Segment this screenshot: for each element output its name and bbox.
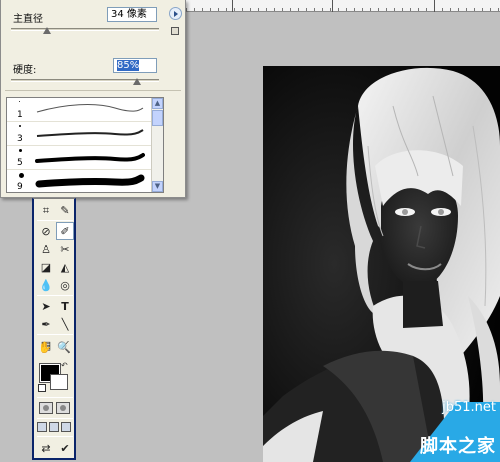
brush-preset-panel: 主直径 34 像素 硬度: 85% 1 3 5 9 ▲ ▼	[0, 0, 186, 198]
standard-screen-mode-icon[interactable]	[37, 422, 47, 432]
toolbox: ⌗ ✎ ⊘ ✐ ♙ ✂ ◪ ◭ 💧 ◎ ➤ T ✒ ╲ ▤ ⟋ ↶ ⇄ ✔	[32, 198, 76, 460]
brush-preset-item[interactable]: 5	[7, 146, 153, 170]
hardness-label: 硬度:	[13, 65, 37, 76]
standard-mode-icon[interactable]	[39, 402, 53, 414]
hardness-slider-thumb[interactable]	[132, 78, 141, 85]
dodge-icon[interactable]: ◎	[56, 276, 74, 294]
default-colors-icon[interactable]	[38, 384, 46, 392]
healing-brush-icon[interactable]: ⊘	[37, 222, 55, 240]
type-icon[interactable]: T	[56, 297, 74, 315]
blur-icon[interactable]: 💧	[37, 276, 55, 294]
line-icon[interactable]: ╲	[56, 315, 74, 333]
toolbox-separator	[37, 397, 73, 398]
jump-to-imageready-icon[interactable]: ⇄	[37, 439, 55, 457]
crop-icon[interactable]: ⌗	[37, 201, 55, 219]
background-color-swatch[interactable]	[50, 374, 68, 390]
watermark-site: jb51.net	[442, 400, 496, 415]
hardness-field[interactable]: 85%	[113, 58, 157, 73]
diameter-slider-track[interactable]	[11, 28, 159, 31]
clone-stamp-icon[interactable]: ♙	[37, 240, 55, 258]
master-diameter-field[interactable]: 34 像素	[107, 7, 157, 22]
brush-icon[interactable]: ✐	[56, 222, 74, 240]
brush-preset-item[interactable]: 3	[7, 122, 153, 146]
history-brush-icon[interactable]: ✂	[56, 240, 74, 258]
paint-bucket-icon[interactable]: ◭	[56, 258, 74, 276]
panel-divider	[5, 90, 181, 91]
new-preset-icon[interactable]	[171, 27, 179, 35]
quick-mask-mode-icon[interactable]	[56, 402, 70, 414]
scroll-up-button[interactable]: ▲	[152, 98, 163, 109]
brush-tip-icon	[19, 173, 24, 178]
site-watermark: jb51.net 脚本之家	[362, 390, 500, 462]
swap-colors-icon[interactable]: ↶	[61, 361, 68, 370]
brush-size-label: 1	[17, 110, 23, 120]
ruler-tick	[232, 0, 233, 12]
diameter-slider-thumb[interactable]	[42, 27, 51, 34]
brush-stroke-preview	[35, 174, 145, 188]
panel-menu-button[interactable]	[169, 7, 182, 20]
brush-stroke-preview	[36, 129, 144, 137]
brush-preset-list[interactable]: 1 3 5 9 ▲ ▼	[6, 97, 164, 193]
slice-icon[interactable]: ✎	[56, 201, 74, 219]
scroll-thumb[interactable]	[152, 110, 163, 126]
brush-size-label: 9	[17, 182, 23, 192]
full-screen-menu-mode-icon[interactable]	[49, 422, 59, 432]
brush-preset-item[interactable]: 9	[7, 170, 153, 192]
brush-tip-icon	[19, 101, 20, 102]
eraser-icon[interactable]: ◪	[37, 258, 55, 276]
ruler-tick	[434, 0, 435, 12]
brush-size-label: 3	[17, 134, 23, 144]
brush-stroke-preview	[35, 153, 145, 163]
brush-tip-icon	[19, 149, 22, 152]
brush-tip-icon	[19, 125, 21, 127]
toolbox-separator	[37, 436, 73, 437]
horizontal-ruler	[186, 0, 500, 12]
master-diameter-label: 主直径	[13, 14, 43, 25]
brush-size-label: 5	[17, 158, 23, 168]
brush-list-scrollbar[interactable]: ▲ ▼	[151, 98, 163, 192]
ruler-tick	[332, 0, 333, 12]
pen-icon[interactable]: ✒	[37, 315, 55, 333]
zoom-icon[interactable]: 🔍	[55, 338, 73, 356]
scroll-down-button[interactable]: ▼	[152, 181, 163, 192]
path-selection-icon[interactable]: ➤	[37, 297, 55, 315]
toolbox-separator	[37, 334, 73, 335]
toolbox-separator	[37, 418, 73, 419]
brush-stroke-preview	[36, 104, 144, 113]
toolbox-separator	[37, 220, 73, 221]
full-screen-mode-icon[interactable]	[61, 422, 71, 432]
watermark-brand: 脚本之家	[420, 436, 496, 457]
brush-preset-item[interactable]: 1	[7, 98, 153, 122]
check-icon[interactable]: ✔	[56, 439, 74, 457]
toolbox-separator	[37, 295, 73, 296]
hardness-value: 85%	[117, 60, 140, 71]
hand-icon[interactable]: ✋	[36, 338, 54, 356]
